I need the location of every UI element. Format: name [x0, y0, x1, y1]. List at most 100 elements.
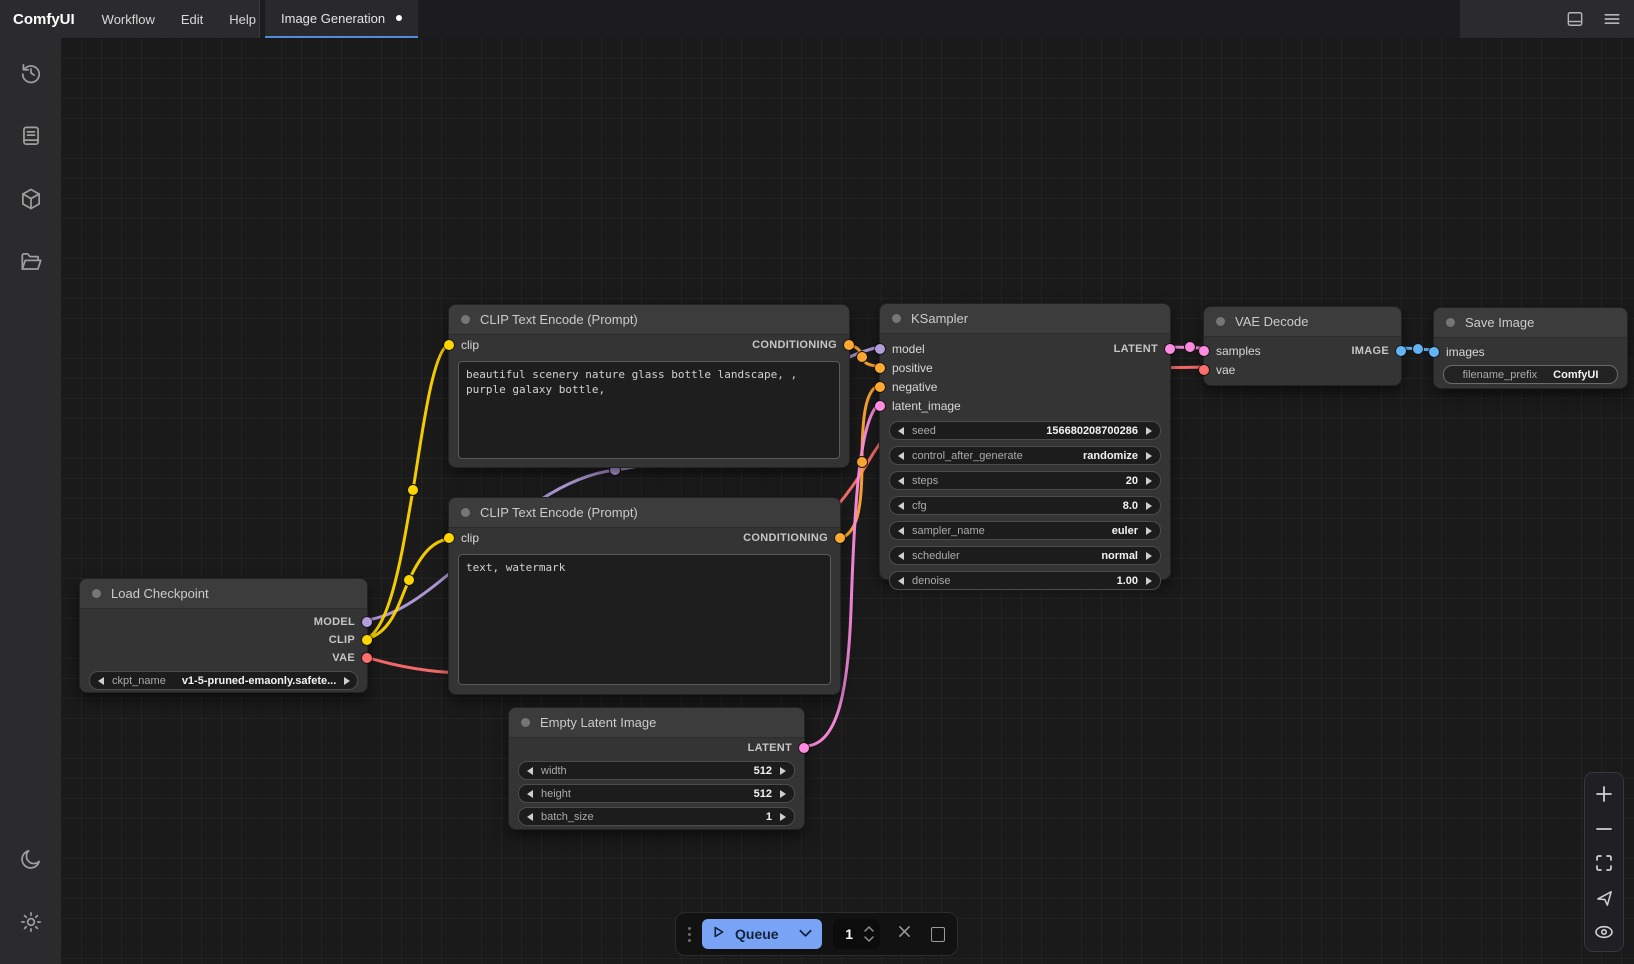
- input-port-positive[interactable]: [875, 363, 885, 373]
- sidebar-item-settings[interactable]: [0, 898, 61, 950]
- node-header[interactable]: Save Image: [1434, 308, 1627, 338]
- input-port-latent-image[interactable]: [875, 401, 885, 411]
- menu-edit[interactable]: Edit: [168, 0, 216, 38]
- output-port-model[interactable]: [362, 617, 372, 627]
- widget-filename-prefix[interactable]: filename_prefix ComfyUI: [1443, 365, 1618, 384]
- input-port-model[interactable]: [875, 344, 885, 354]
- increment-icon[interactable]: [1146, 577, 1152, 585]
- collapse-dot[interactable]: [92, 589, 101, 598]
- widget-steps[interactable]: steps 20: [889, 471, 1161, 490]
- widget-sampler-name[interactable]: sampler_name euler: [889, 521, 1161, 540]
- increment-icon[interactable]: [1146, 427, 1152, 435]
- decrement-icon[interactable]: [527, 790, 533, 798]
- prev-value-icon[interactable]: [898, 452, 904, 460]
- input-port-samples[interactable]: [1199, 346, 1209, 356]
- decrement-icon[interactable]: [898, 427, 904, 435]
- menu-icon[interactable]: [1602, 9, 1622, 29]
- node-title: CLIP Text Encode (Prompt): [480, 505, 638, 520]
- collapse-dot[interactable]: [461, 315, 470, 324]
- prev-value-icon[interactable]: [98, 677, 104, 685]
- widget-ckpt-name[interactable]: ckpt_name v1-5-pruned-emaonly.safete...: [89, 671, 358, 690]
- node-vae-decode[interactable]: VAE Decode samples IMAGE vae: [1203, 306, 1402, 386]
- node-header[interactable]: KSampler: [880, 304, 1170, 334]
- increment-icon[interactable]: [780, 767, 786, 775]
- stop-icon[interactable]: [931, 927, 945, 942]
- batch-count-stepper[interactable]: 1: [833, 919, 880, 949]
- next-value-icon[interactable]: [344, 677, 350, 685]
- zoom-in-icon[interactable]: [1595, 785, 1613, 803]
- collapse-dot[interactable]: [521, 718, 530, 727]
- widget-cfg[interactable]: cfg 8.0: [889, 496, 1161, 515]
- node-header[interactable]: CLIP Text Encode (Prompt): [449, 305, 849, 335]
- stepper-up-icon[interactable]: [864, 926, 874, 932]
- sidebar-item-model-library[interactable]: [0, 175, 61, 227]
- node-clip-text-encode-negative[interactable]: CLIP Text Encode (Prompt) clip CONDITION…: [448, 497, 841, 695]
- output-port-conditioning[interactable]: [844, 340, 854, 350]
- fit-view-icon[interactable]: [1595, 854, 1613, 872]
- node-header[interactable]: Empty Latent Image: [509, 708, 804, 738]
- toggle-visibility-icon[interactable]: [1594, 925, 1614, 939]
- collapse-dot[interactable]: [461, 508, 470, 517]
- decrement-icon[interactable]: [898, 477, 904, 485]
- collapse-dot[interactable]: [1446, 318, 1455, 327]
- zoom-out-icon[interactable]: [1595, 820, 1613, 838]
- next-value-icon[interactable]: [1146, 527, 1152, 535]
- chevron-down-icon[interactable]: [799, 925, 812, 943]
- pointer-icon[interactable]: [1595, 889, 1614, 908]
- input-port-clip[interactable]: [444, 533, 454, 543]
- widget-height[interactable]: height 512: [518, 784, 795, 803]
- output-port-vae[interactable]: [362, 653, 372, 663]
- sidebar-item-history[interactable]: [0, 49, 61, 101]
- increment-icon[interactable]: [1146, 477, 1152, 485]
- decrement-icon[interactable]: [898, 577, 904, 585]
- sidebar-item-theme-toggle[interactable]: [0, 835, 61, 887]
- sidebar-item-queue[interactable]: [0, 112, 61, 164]
- decrement-icon[interactable]: [898, 502, 904, 510]
- stepper-down-icon[interactable]: [864, 936, 874, 942]
- drag-handle-icon[interactable]: [688, 927, 691, 942]
- node-graph-canvas[interactable]: [61, 38, 1634, 964]
- queue-button[interactable]: Queue: [702, 919, 822, 949]
- prev-value-icon[interactable]: [898, 527, 904, 535]
- input-port-clip[interactable]: [444, 340, 454, 350]
- increment-icon[interactable]: [1146, 502, 1152, 510]
- widget-batch-size[interactable]: batch_size 1: [518, 807, 795, 826]
- node-empty-latent-image[interactable]: Empty Latent Image LATENT width 512 heig…: [508, 707, 805, 830]
- tab-image-generation[interactable]: Image Generation: [265, 0, 418, 38]
- output-port-latent[interactable]: [799, 743, 809, 753]
- output-port-image[interactable]: [1396, 346, 1406, 356]
- collapse-dot[interactable]: [1216, 317, 1225, 326]
- node-header[interactable]: VAE Decode: [1204, 307, 1401, 337]
- prev-value-icon[interactable]: [898, 552, 904, 560]
- widget-width[interactable]: width 512: [518, 761, 795, 780]
- node-ksampler[interactable]: KSampler model LATENT positive negative …: [879, 303, 1171, 580]
- widget-seed[interactable]: seed 156680208700286: [889, 421, 1161, 440]
- node-header[interactable]: CLIP Text Encode (Prompt): [449, 498, 840, 528]
- sidebar-item-workflows[interactable]: [0, 238, 61, 290]
- output-port-latent[interactable]: [1165, 344, 1175, 354]
- node-save-image[interactable]: Save Image images filename_prefix ComfyU…: [1433, 307, 1628, 389]
- input-port-images[interactable]: [1429, 347, 1439, 357]
- output-port-clip[interactable]: [362, 635, 372, 645]
- widget-control-after-generate[interactable]: control_after_generate randomize: [889, 446, 1161, 465]
- menu-workflow[interactable]: Workflow: [89, 0, 168, 38]
- input-port-vae[interactable]: [1199, 365, 1209, 375]
- output-port-conditioning[interactable]: [835, 533, 845, 543]
- node-clip-text-encode-positive[interactable]: CLIP Text Encode (Prompt) clip CONDITION…: [448, 304, 850, 468]
- widget-denoise[interactable]: denoise 1.00: [889, 571, 1161, 590]
- node-header[interactable]: Load Checkpoint: [80, 579, 367, 609]
- increment-icon[interactable]: [780, 790, 786, 798]
- increment-icon[interactable]: [780, 813, 786, 821]
- next-value-icon[interactable]: [1146, 552, 1152, 560]
- panel-toggle-icon[interactable]: [1565, 9, 1585, 29]
- next-value-icon[interactable]: [1146, 452, 1152, 460]
- widget-scheduler[interactable]: scheduler normal: [889, 546, 1161, 565]
- decrement-icon[interactable]: [527, 813, 533, 821]
- collapse-dot[interactable]: [892, 314, 901, 323]
- input-port-negative[interactable]: [875, 382, 885, 392]
- close-icon[interactable]: [897, 924, 912, 944]
- decrement-icon[interactable]: [527, 767, 533, 775]
- prompt-textarea[interactable]: beautiful scenery nature glass bottle la…: [458, 361, 840, 459]
- prompt-textarea[interactable]: text, watermark: [458, 554, 831, 685]
- node-load-checkpoint[interactable]: Load Checkpoint MODEL CLIP VAE ckpt_name…: [79, 578, 368, 693]
